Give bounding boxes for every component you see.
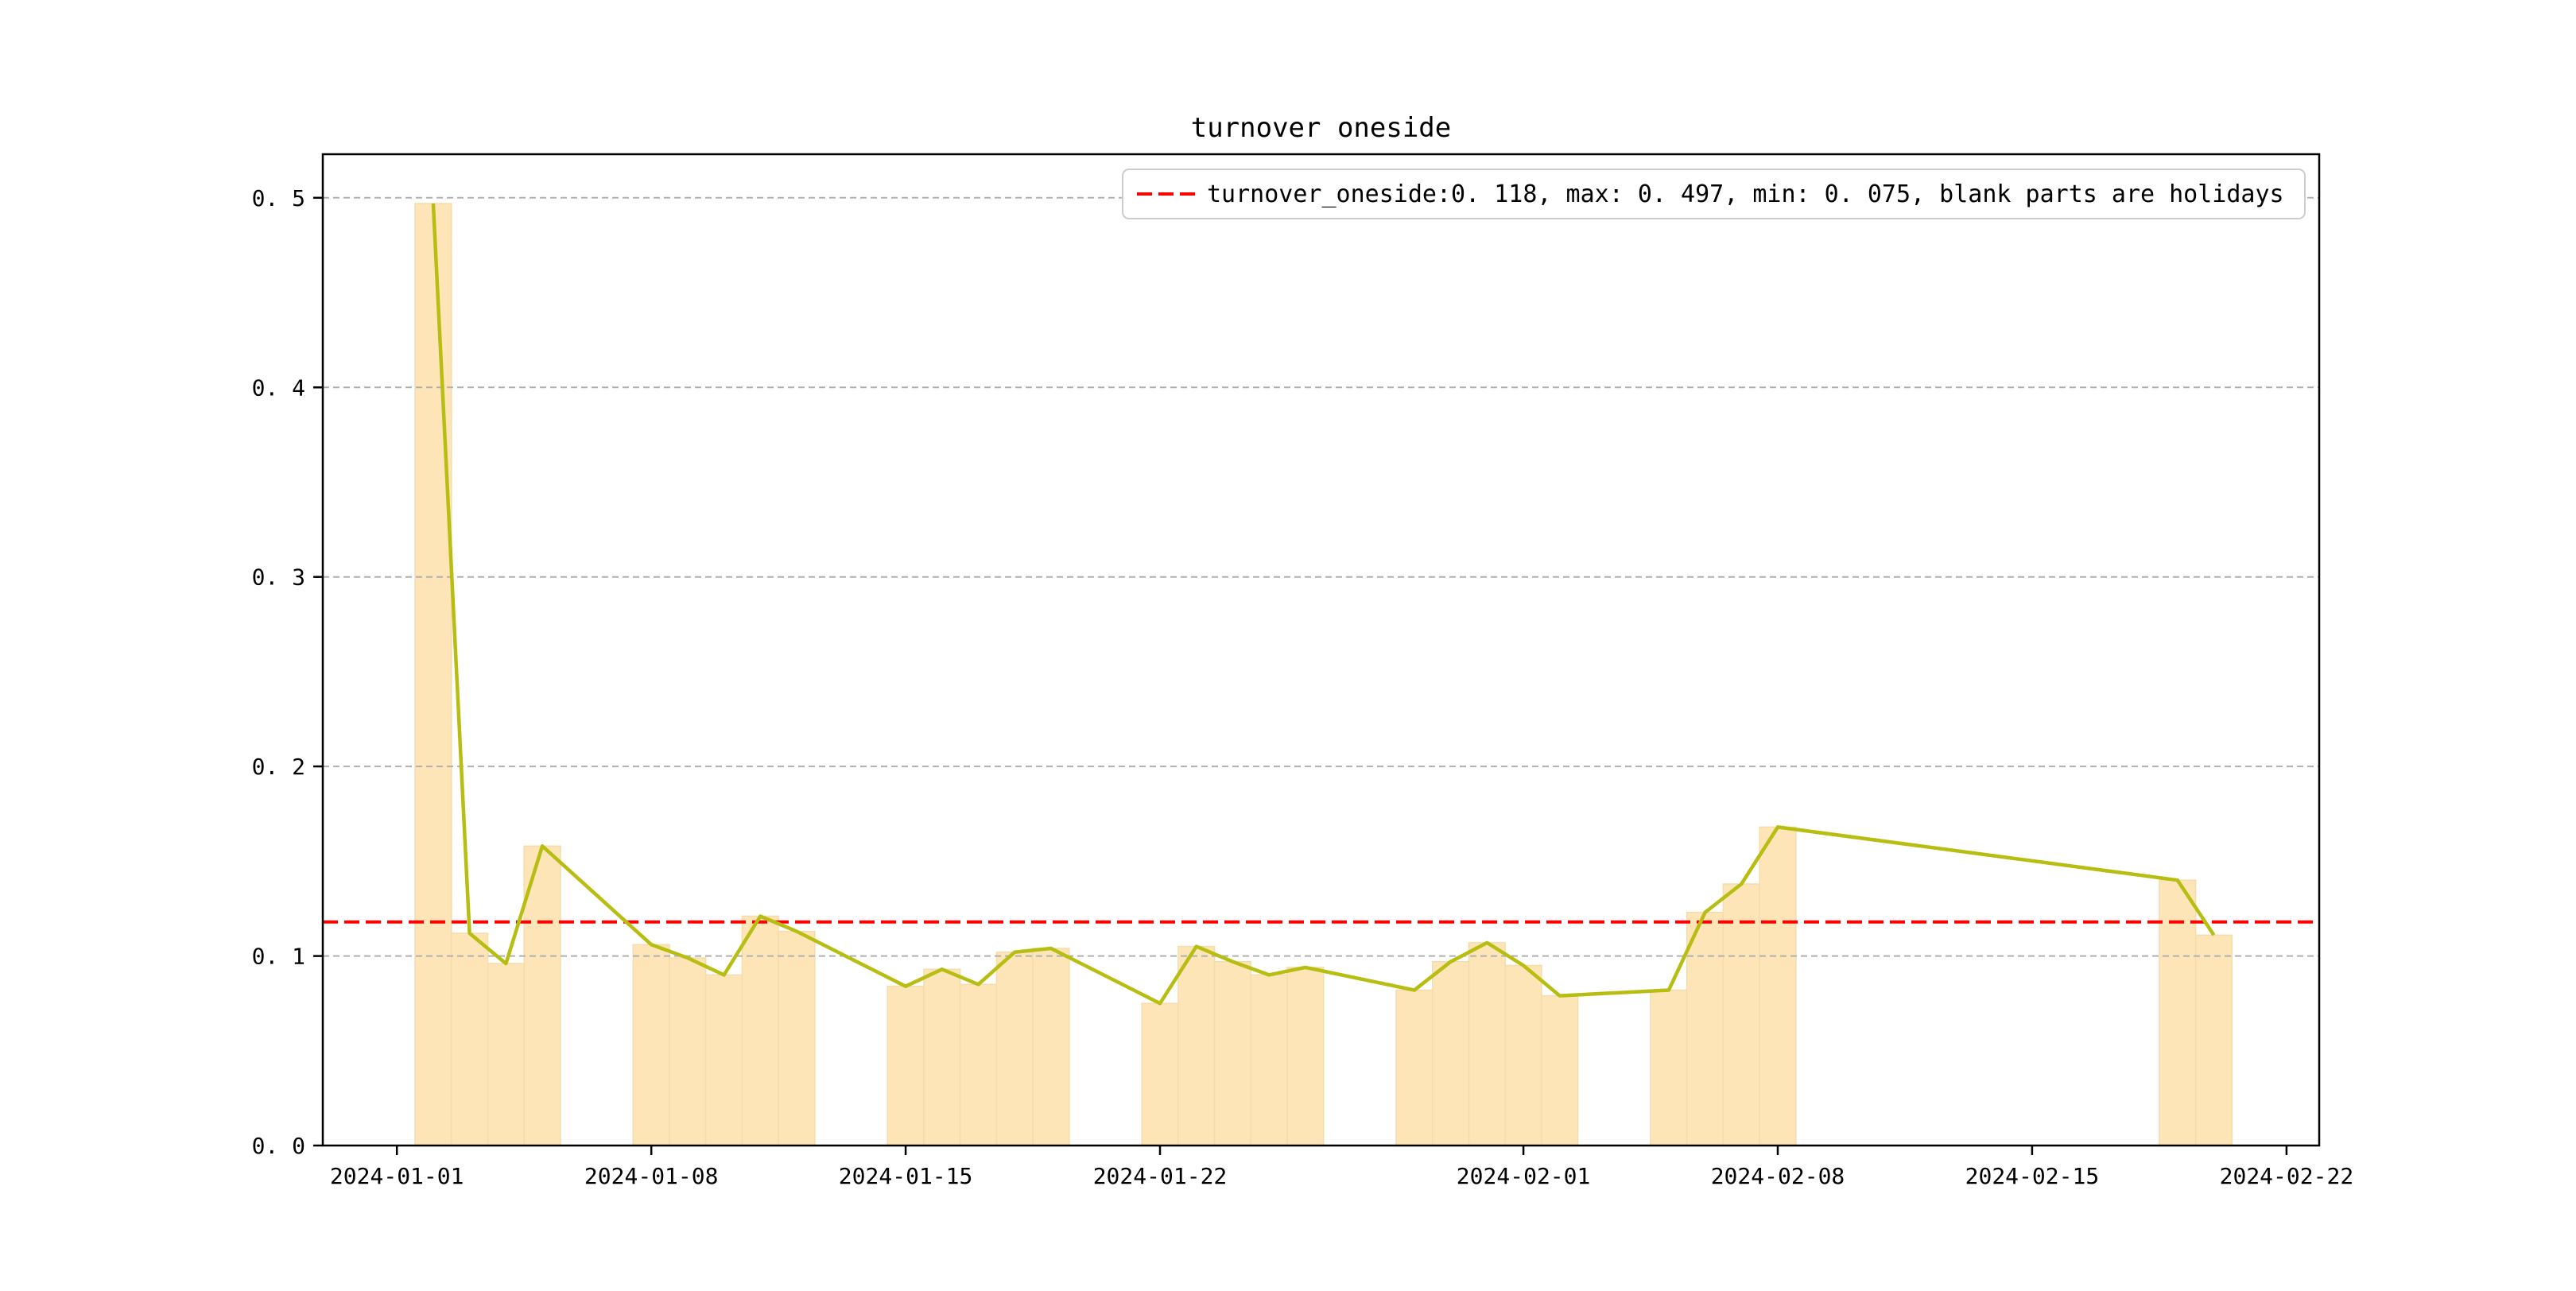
legend-label: turnover_oneside:0. 118, max: 0. 497, mi… [1207,180,2284,208]
x-tick-label-2024-02-08: 2024-02-08 [1711,1163,1845,1189]
bar-2024-02-19 [2159,880,2196,1146]
bar-2024-01-17 [960,984,997,1146]
x-tick-label-2024-02-15: 2024-02-15 [1965,1163,2100,1189]
bar-2024-01-26 [1287,967,1324,1146]
y-tick-label-0.5: 0. 5 [252,185,305,211]
x-tick-label-2024-02-22: 2024-02-22 [2220,1163,2354,1189]
grid-group [323,198,2319,956]
y-tick-label-0.3: 0. 3 [252,564,305,591]
x-tick-label-2024-01-15: 2024-01-15 [839,1163,973,1189]
legend: turnover_oneside:0. 118, max: 0. 497, mi… [1123,169,2305,219]
bar-2024-01-15 [887,987,924,1146]
y-axis-group: 0. 0 0. 1 0. 2 0. 3 0. 4 0. 5 [252,185,323,1159]
bar-2024-01-19 [1033,948,1069,1146]
bar-2024-01-09 [669,958,706,1146]
y-tick-label-0.1: 0. 1 [252,944,305,970]
turnover-oneside-chart: 2024-01-01 2024-01-08 2024-01-15 2024-01-22… [0,0,2576,1288]
bar-2024-02-06 [1687,913,1724,1146]
bar-2024-01-02 [415,204,452,1146]
bar-2024-01-08 [633,944,669,1146]
chart-title: turnover oneside [1191,112,1452,144]
x-axis-group: 2024-01-01 2024-01-08 2024-01-15 2024-01-22… [330,1146,2353,1189]
bar-2024-01-31 [1469,943,1506,1146]
bar-2024-01-12 [778,932,815,1146]
bar-2024-02-05 [1651,991,1687,1146]
y-tick-label-0.4: 0. 4 [252,374,305,401]
bar-2024-01-23 [1178,947,1215,1146]
bar-2024-02-20 [2196,935,2233,1146]
bar-2024-01-03 [452,933,488,1146]
y-tick-label-0.2: 0. 2 [252,754,305,780]
bar-2024-01-25 [1251,975,1287,1146]
matplotlib-figure: 2024-01-01 2024-01-08 2024-01-15 2024-01-22… [0,0,2576,1288]
x-tick-label-2024-01-08: 2024-01-08 [584,1163,719,1189]
bar-2024-01-24 [1215,962,1251,1146]
bar-2024-01-18 [996,952,1033,1146]
daily-bars-group [415,204,2232,1146]
y-tick-label-0: 0. 0 [252,1133,305,1159]
bar-2024-01-04 [488,963,525,1146]
turnover-line [433,204,2214,1003]
bar-2024-02-08 [1759,827,1796,1146]
bar-2024-01-30 [1433,962,1469,1146]
bar-2024-01-11 [742,917,778,1146]
bar-2024-02-02 [1542,996,1578,1146]
bar-2024-01-10 [706,975,743,1146]
bar-2024-01-22 [1142,1003,1178,1146]
bar-2024-01-16 [924,969,960,1146]
bar-2024-02-01 [1505,966,1542,1146]
x-tick-label-2024-01-22: 2024-01-22 [1093,1163,1228,1189]
x-tick-label-2024-01-01: 2024-01-01 [330,1163,464,1189]
x-tick-label-2024-02-01: 2024-02-01 [1457,1163,1591,1189]
bar-2024-01-29 [1396,991,1433,1146]
